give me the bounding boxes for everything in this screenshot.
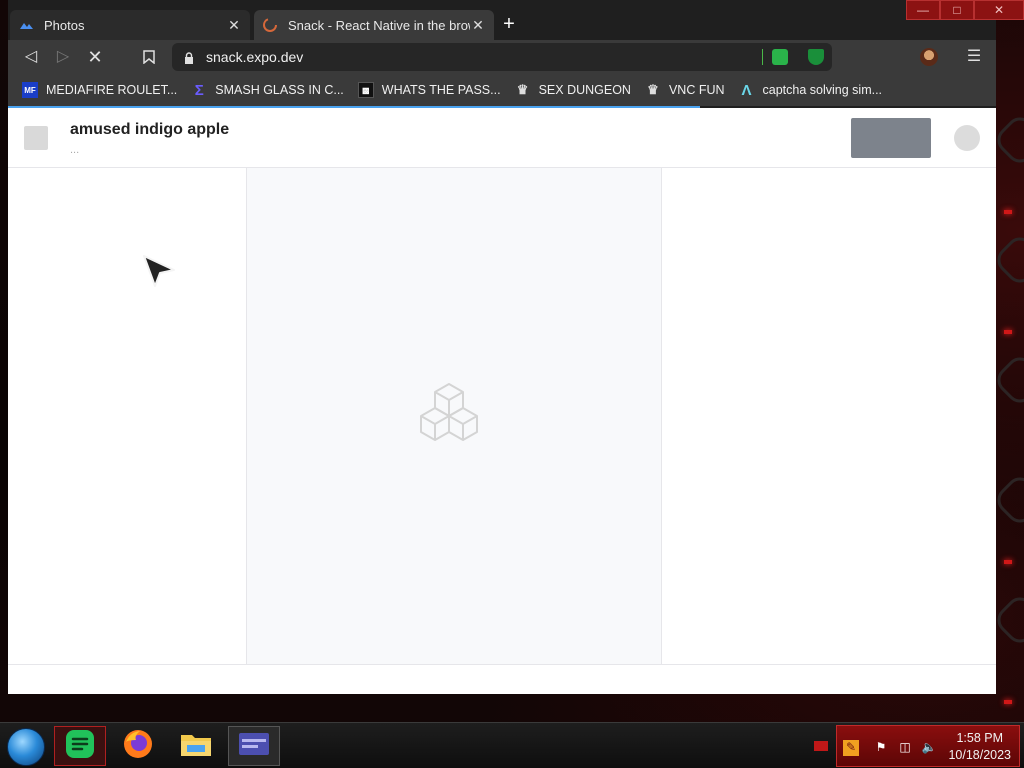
bookmark-label: SEX DUNGEON [538, 83, 631, 97]
save-button-placeholder[interactable] [851, 118, 931, 158]
browser-window: — □ ✕ Photos ✕ Snack - React Native in t… [8, 0, 1024, 694]
lock-icon [184, 51, 194, 64]
new-tab-button[interactable]: + [498, 14, 520, 36]
bookmark-mediafire[interactable]: MF MEDIAFIRE ROULET... [22, 82, 177, 98]
bookmark-whats-the-pass[interactable]: ▩ WHATS THE PASS... [357, 82, 501, 98]
browser-window-icon [238, 732, 270, 761]
taskbar-firefox[interactable] [112, 726, 164, 766]
avatar[interactable] [954, 125, 980, 151]
tray-overflow-icon[interactable] [814, 741, 828, 751]
page-footer [8, 664, 996, 694]
url-text: snack.expo.dev [206, 49, 304, 65]
tab-snack[interactable]: Snack - React Native in the browser ✕ [254, 10, 494, 40]
tab-title: Snack - React Native in the browser [288, 17, 470, 33]
cloud-photos-icon [18, 17, 34, 33]
bookmark-label: WHATS THE PASS... [381, 83, 501, 97]
preview-pane [663, 168, 996, 664]
bookmark-label: MEDIAFIRE ROULET... [46, 83, 178, 97]
lambda-icon: Λ [741, 81, 752, 99]
bookmark-label: SMASH GLASS IN C... [215, 83, 344, 97]
close-icon[interactable]: ✕ [470, 17, 486, 34]
profile-avatar[interactable] [920, 48, 938, 66]
bookmarks-bar: MF MEDIAFIRE ROULET... Σ SMASH GLASS IN … [8, 74, 996, 106]
system-tray: ✎ ⚑ ◫ 🔈 1:58 PM 10/18/2023 [836, 725, 1020, 767]
shield-extension-icon[interactable] [808, 49, 824, 65]
browser-toolbar: ◁ ▷ ✕ snack.expo.dev ☰ [8, 40, 996, 74]
mouse-cursor-icon [143, 255, 175, 287]
sigma-icon: Σ [194, 81, 204, 99]
clock[interactable]: 1:58 PM 10/18/2023 [948, 730, 1011, 764]
bookmark-icon[interactable] [138, 46, 160, 68]
project-title: amused indigo apple [70, 121, 230, 138]
taskbar-browser-window[interactable] [228, 726, 280, 766]
start-button[interactable] [7, 728, 45, 766]
project-subtitle: ... [70, 144, 80, 156]
clock-date: 10/18/2023 [948, 748, 1011, 762]
chat-extension-icon[interactable] [772, 49, 788, 65]
close-icon[interactable]: ✕ [226, 17, 242, 34]
editor-pane [247, 168, 662, 664]
action-center-flag-icon[interactable]: ⚑ [873, 740, 889, 756]
notes-app-icon [65, 729, 95, 764]
bookmark-label: VNC FUN [668, 83, 725, 97]
taskbar-file-explorer[interactable] [170, 726, 222, 766]
bookmark-sex-dungeon[interactable]: ♛ SEX DUNGEON [515, 82, 631, 98]
taskbar-notes-app[interactable] [54, 726, 106, 766]
tab-photos[interactable]: Photos ✕ [10, 10, 250, 40]
logo-placeholder [24, 126, 48, 150]
snack-loading-icon [262, 17, 278, 33]
file-sidebar [8, 168, 247, 664]
back-icon[interactable]: ◁ [20, 46, 42, 68]
address-bar[interactable]: snack.expo.dev [172, 43, 832, 71]
file-explorer-icon [179, 729, 213, 764]
bookmark-vnc-fun[interactable]: ♛ VNC FUN [645, 82, 725, 98]
tab-title: Photos [44, 17, 85, 33]
mft-icon: MF [22, 82, 38, 98]
bookmark-captcha[interactable]: Λ captcha solving sim... [739, 81, 883, 99]
puzzle-icon: ♛ [647, 82, 659, 97]
loading-cubes-icon [420, 383, 478, 441]
stop-loading-icon[interactable]: ✕ [84, 46, 106, 68]
bookmark-smash-glass[interactable]: Σ SMASH GLASS IN C... [191, 81, 344, 99]
firefox-icon [122, 728, 154, 765]
page-header: amused indigo apple ... [8, 108, 996, 168]
taskbar: ✎ ⚑ ◫ 🔈 1:58 PM 10/18/2023 [0, 722, 1024, 768]
clock-time: 1:58 PM [956, 731, 1003, 745]
puzzle-icon: ♛ [516, 82, 529, 97]
terminal-icon: ▩ [357, 82, 374, 98]
tab-strip: Photos ✕ Snack - React Native in the bro… [8, 8, 996, 40]
volume-icon[interactable]: 🔈 [921, 740, 937, 756]
network-icon[interactable]: ◫ [897, 740, 913, 756]
forward-icon[interactable]: ▷ [52, 46, 74, 68]
menu-icon[interactable]: ☰ [964, 46, 984, 68]
divider [762, 49, 763, 65]
snack-page: amused indigo apple ... [8, 108, 996, 694]
tray-app-icon[interactable]: ✎ [843, 740, 859, 756]
bookmark-label: captcha solving sim... [762, 83, 883, 97]
